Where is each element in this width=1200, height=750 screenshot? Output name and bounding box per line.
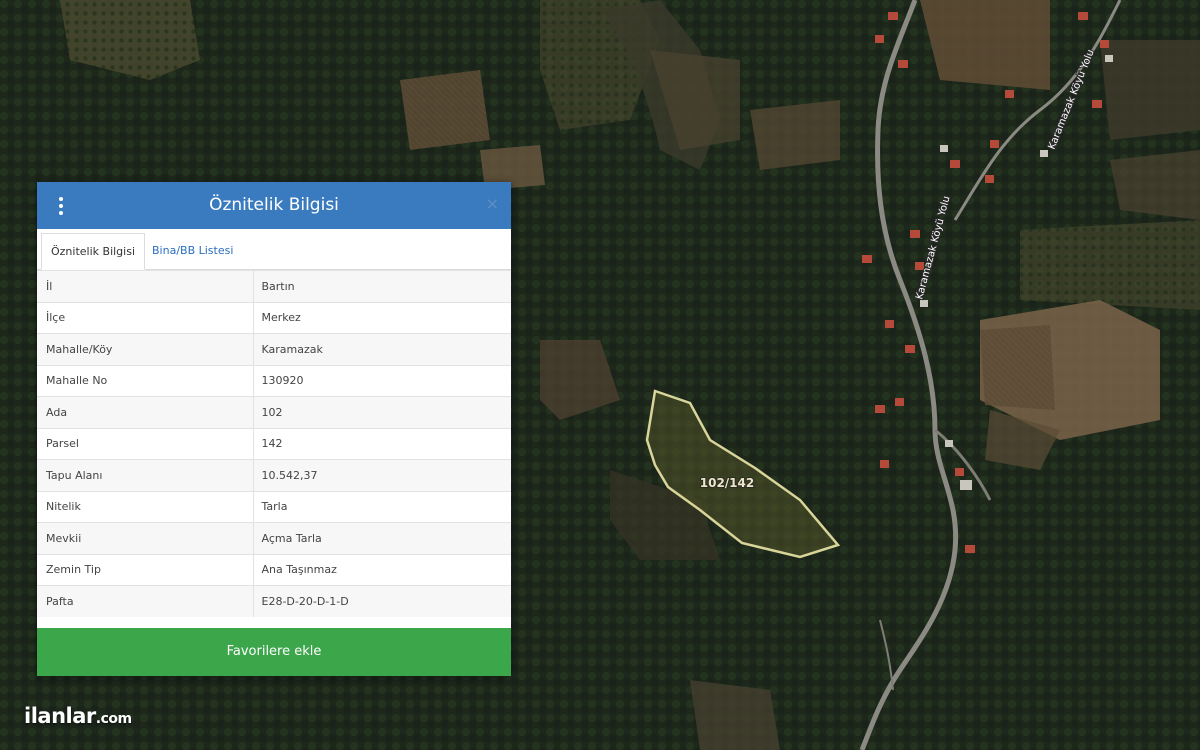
row-value: Tarla: [253, 490, 511, 523]
attribute-table: İl Bartın İlçe Merkez Mahalle/Köy Karamazak…: [37, 270, 511, 617]
panel-title: Öznitelik Bilgisi: [209, 195, 339, 215]
table-row: Pafta E28-D-20-D-1-D: [37, 585, 511, 617]
close-icon[interactable]: ×: [486, 194, 499, 214]
panel-tabs: Öznitelik Bilgisi Bina/BB Listesi: [37, 229, 511, 270]
table-row: Parsel 142: [37, 427, 511, 460]
table-row: Zemin Tip Ana Taşınmaz: [37, 553, 511, 586]
table-row: Mahalle/Köy Karamazak: [37, 333, 511, 365]
tab-building-list[interactable]: Bina/BB Listesi: [143, 233, 242, 269]
row-value: Bartın: [253, 270, 511, 302]
row-key: Pafta: [37, 585, 254, 617]
table-row: Tapu Alanı 10.542,37: [37, 459, 511, 491]
field-area: [1110, 150, 1200, 220]
field-area: [400, 70, 490, 150]
row-key: Mahalle/Köy: [37, 333, 254, 365]
attribute-panel: Öznitelik Bilgisi × Öznitelik Bilgisi Bi…: [37, 182, 511, 676]
field-area: [1100, 40, 1200, 140]
row-value: Karamazak: [253, 333, 511, 365]
row-key: İlçe: [37, 301, 254, 334]
row-key: İl: [37, 270, 254, 302]
field-area: [920, 0, 1050, 90]
field-area: [980, 325, 1055, 410]
table-row: Ada 102: [37, 396, 511, 428]
table-row: İl Bartın: [37, 270, 511, 302]
row-key: Parsel: [37, 427, 254, 460]
row-value: Ana Taşınmaz: [253, 553, 511, 586]
row-value: E28-D-20-D-1-D: [253, 585, 511, 617]
watermark-logo: ilanlar.com: [24, 704, 132, 728]
table-row: İlçe Merkez: [37, 301, 511, 334]
watermark-suffix: .com: [95, 711, 132, 727]
row-value: 130920: [253, 364, 511, 397]
table-row: Nitelik Tarla: [37, 490, 511, 523]
field-area: [750, 100, 840, 170]
row-value: 102: [253, 396, 511, 428]
row-key: Ada: [37, 396, 254, 428]
add-to-favorites-button[interactable]: Favorilere ekle: [37, 628, 511, 676]
row-key: Mevkii: [37, 522, 254, 554]
row-value: 142: [253, 427, 511, 460]
row-value: Açma Tarla: [253, 522, 511, 554]
watermark-main: ilanlar: [24, 704, 96, 728]
panel-header: Öznitelik Bilgisi ×: [37, 182, 511, 229]
parcel-label: 102/142: [700, 476, 754, 490]
orchard-area: [1020, 220, 1200, 310]
row-value: 10.542,37: [253, 459, 511, 491]
row-value: Merkez: [253, 301, 511, 334]
row-key: Zemin Tip: [37, 553, 254, 586]
row-key: Mahalle No: [37, 364, 254, 397]
field-area: [690, 680, 780, 750]
table-row: Mahalle No 130920: [37, 364, 511, 397]
table-row: Mevkii Açma Tarla: [37, 522, 511, 554]
row-key: Tapu Alanı: [37, 459, 254, 491]
row-key: Nitelik: [37, 490, 254, 523]
tab-attribute-info[interactable]: Öznitelik Bilgisi: [41, 233, 146, 270]
